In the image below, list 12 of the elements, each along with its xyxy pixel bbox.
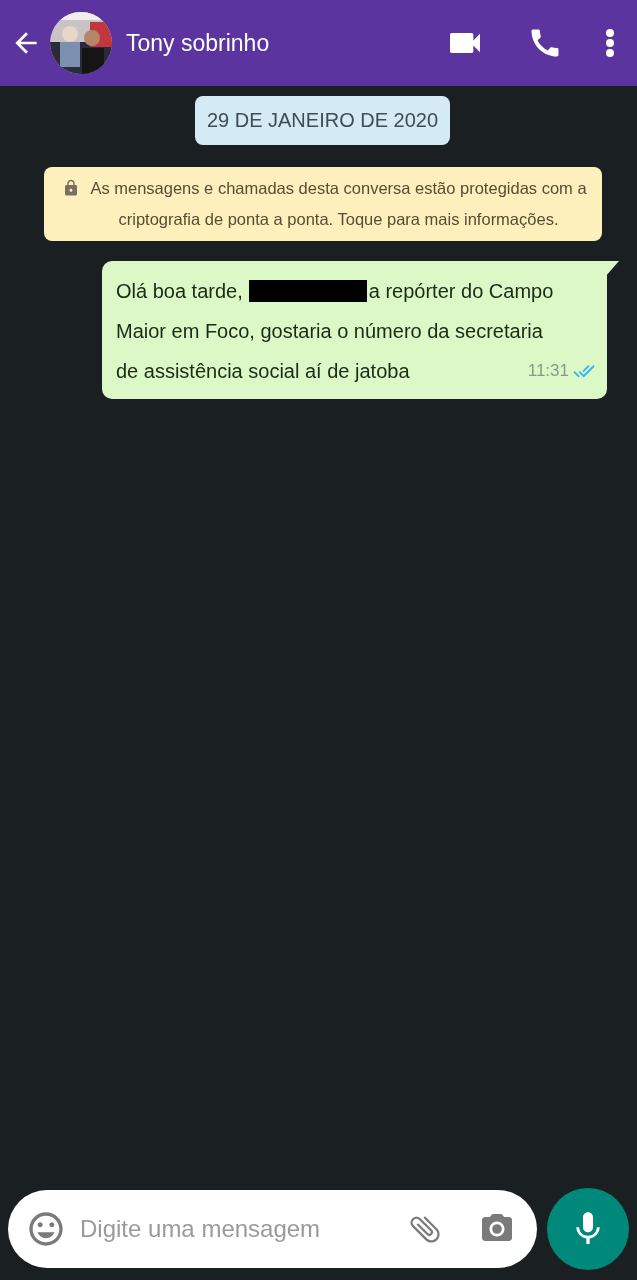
emoji-icon[interactable]	[26, 1209, 66, 1249]
encryption-notice-text: As mensagens e chamadas desta conversa estão protegidas com a criptografia de ponta a ponta. Toque para mais informações.	[89, 178, 588, 230]
encryption-notice[interactable]: As mensagens e chamadas desta conversa estão protegidas com a criptografia de ponta a ponta. Toque para mais informações.	[43, 167, 602, 241]
contact-name[interactable]: Tony sobrinho	[126, 29, 437, 57]
message-text: de assistência social aí de jatoba	[116, 359, 410, 384]
message-time: 11:31	[527, 360, 569, 382]
message-text: Olá boa tarde,	[116, 279, 243, 304]
menu-icon	[605, 28, 615, 58]
more-options-button[interactable]	[605, 28, 615, 58]
message-text: a repórter do Campo	[368, 279, 554, 304]
date-chip: 29 DE JANEIRO DE 2020	[194, 96, 451, 145]
message-text: Maior em Foco, gostaria o número da secretaria	[116, 319, 543, 344]
